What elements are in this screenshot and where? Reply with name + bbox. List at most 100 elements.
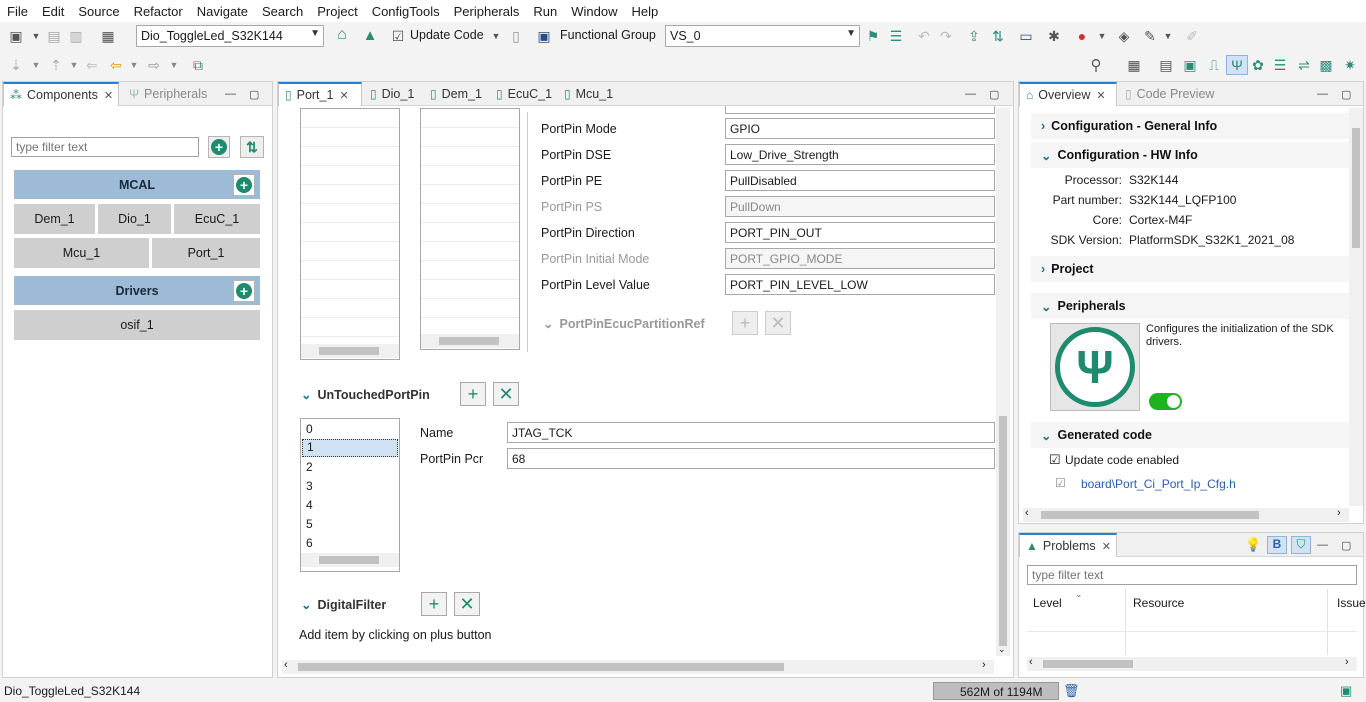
hw-info-header[interactable]: ⌄ Configuration - HW Info (1031, 142, 1355, 168)
minimize-icon[interactable]: — (1317, 88, 1328, 100)
component-mcu[interactable]: Mcu_1 (14, 238, 149, 268)
minimize-icon[interactable]: — (965, 88, 976, 100)
redo-icon[interactable]: ↷ (938, 28, 954, 44)
generated-file-link[interactable]: board\Port_Ci_Port_Ip_Cfg.h (1081, 477, 1236, 491)
portpin-sublist[interactable] (420, 108, 520, 350)
menu-configtools[interactable]: ConfigTools (365, 4, 447, 19)
tab-dem[interactable]: ▯ Dem_1 (424, 82, 488, 106)
menu-navigate[interactable]: Navigate (190, 4, 255, 19)
search-icon[interactable]: ⚲ (1088, 57, 1104, 74)
external-tools-icon[interactable]: ◈ (1116, 28, 1132, 44)
digital-filter-section[interactable]: ⌄ DigitalFilter (301, 597, 386, 612)
component-dem[interactable]: Dem_1 (14, 204, 95, 234)
sort-icon[interactable]: ⇅ (990, 28, 1006, 44)
list-item[interactable]: 4 (306, 498, 313, 512)
tab-port[interactable]: ▯ Port_1 ✕ (278, 82, 362, 106)
heap-status[interactable]: 562M of 1194M (933, 682, 1059, 700)
tab-dio[interactable]: ▯ Dio_1 (364, 82, 420, 106)
remove-untouched-button[interactable]: ✕ (493, 382, 519, 406)
untouched-list-scrollbar[interactable] (301, 553, 399, 567)
open-perspective-icon[interactable]: ⧉ (190, 57, 206, 73)
portpin-dse-field[interactable]: Low_Drive_Strength (725, 144, 995, 165)
overview-horizontal-scrollbar[interactable]: ‹ › (1023, 507, 1349, 522)
pcr-field[interactable]: 68 (507, 448, 995, 469)
portpin-level-value-field[interactable]: PORT_PIN_LEVEL_LOW (725, 274, 995, 295)
editor-horizontal-scrollbar[interactable]: ‹ › (282, 659, 994, 674)
binary-icon[interactable]: ▦ (100, 28, 116, 44)
col-level[interactable]: Level (1033, 596, 1062, 610)
category-drivers[interactable]: Drivers (14, 276, 260, 305)
clocks-icon[interactable]: ▣ (1182, 57, 1198, 73)
tab-peripherals[interactable]: Ψ Peripherals (123, 82, 213, 106)
update-code-checkbox-icon[interactable]: ☑ (390, 28, 406, 44)
update-code-label[interactable]: Update Code (410, 28, 484, 42)
update-code-dropdown-icon[interactable]: ▼ (488, 28, 504, 44)
minimize-icon[interactable]: — (225, 88, 236, 100)
close-icon[interactable]: ✕ (104, 89, 113, 102)
list-item[interactable]: 0 (306, 422, 313, 436)
run-dropdown-icon[interactable]: ▼ (1094, 28, 1110, 44)
portpin-direction-field[interactable]: PORT_PIN_OUT (725, 222, 995, 243)
filter-icon[interactable]: ⛉ (1291, 536, 1311, 554)
device-icon[interactable]: ▩ (1318, 57, 1334, 73)
chevron-down-icon[interactable]: ⌄ (998, 644, 1006, 655)
file-icon[interactable]: ▯ (508, 28, 524, 44)
progress-icon[interactable]: ▣ (1340, 683, 1352, 699)
component-port[interactable]: Port_1 (152, 238, 260, 268)
warning-icon[interactable]: ▲ (362, 27, 378, 44)
update-code-checkbox[interactable]: ☑ (1049, 452, 1061, 468)
forward-icon[interactable]: ⇨ (146, 57, 162, 73)
lightbulb-icon[interactable]: 💡 (1245, 537, 1261, 553)
editor-vertical-scrollbar[interactable]: ⌄ (996, 108, 1010, 656)
flag-icon[interactable]: ⚑ (865, 28, 881, 44)
generated-code-header[interactable]: ⌄ Generated code (1031, 422, 1355, 448)
save-icon[interactable]: ▤ (46, 28, 62, 44)
tab-code-preview[interactable]: ▯ Code Preview (1119, 82, 1220, 106)
add-partition-button[interactable]: + (732, 311, 758, 335)
save-all-icon[interactable]: ▥ (68, 28, 84, 44)
maximize-icon[interactable]: ▢ (1341, 88, 1351, 101)
menu-source[interactable]: Source (71, 4, 126, 19)
peripherals-header[interactable]: ⌄ Peripherals (1031, 293, 1355, 319)
menu-help[interactable]: Help (625, 4, 666, 19)
last-edit-icon[interactable]: ⇐ (84, 57, 100, 73)
pins-icon[interactable]: ▤ (1158, 57, 1174, 73)
name-field[interactable]: JTAG_TCK (507, 422, 995, 443)
chevron-right-icon[interactable]: › (1345, 656, 1349, 668)
list-item-selected[interactable]: 1 (302, 439, 398, 457)
peripherals-toggle[interactable] (1149, 393, 1182, 410)
chevron-left-icon[interactable]: ‹ (1029, 656, 1033, 668)
maximize-icon[interactable]: ▢ (1341, 539, 1351, 552)
list-icon[interactable]: ☰ (888, 28, 904, 44)
file-checkbox[interactable]: ☑ (1055, 476, 1066, 490)
remove-partition-button[interactable]: ✕ (765, 311, 791, 335)
pen-icon[interactable]: ✐ (1184, 28, 1200, 44)
wand-dropdown-icon[interactable]: ▼ (1160, 28, 1176, 44)
menu-search[interactable]: Search (255, 4, 310, 19)
signal-icon[interactable]: ⎍ (1206, 57, 1222, 73)
back-icon[interactable]: ⇦ (108, 57, 124, 73)
chevron-right-icon[interactable]: › (1337, 507, 1341, 519)
prev-annotation-icon[interactable]: ⇡ (48, 57, 64, 73)
remove-digital-filter-button[interactable]: ✕ (454, 592, 480, 616)
minimize-icon[interactable]: — (1317, 539, 1328, 551)
sort-components-button[interactable]: ⇅ (240, 136, 264, 158)
menu-project[interactable]: Project (310, 4, 364, 19)
portpin-list-scrollbar[interactable] (301, 344, 399, 358)
chevron-left-icon[interactable]: ‹ (1025, 507, 1029, 519)
tab-mcu[interactable]: ▯ Mcu_1 (558, 82, 619, 106)
menu-run[interactable]: Run (526, 4, 564, 19)
list-item[interactable]: 6 (306, 536, 313, 550)
chip-icon[interactable]: ▣ (536, 28, 552, 44)
add-digital-filter-button[interactable]: + (421, 592, 447, 616)
components-filter-input[interactable] (11, 137, 199, 157)
component-osif[interactable]: osif_1 (14, 310, 260, 340)
debug-icon[interactable]: ✱ (1046, 28, 1062, 44)
tab-ecuc[interactable]: ▯ EcuC_1 (490, 82, 558, 106)
import-icon[interactable]: ⇪ (966, 28, 982, 44)
scroll-thumb[interactable] (1352, 128, 1360, 248)
add-mcal-button[interactable]: + (233, 174, 255, 196)
home-icon[interactable]: ⌂ (334, 26, 350, 43)
undo-icon[interactable]: ↶ (916, 28, 932, 44)
menu-edit[interactable]: Edit (35, 4, 71, 19)
